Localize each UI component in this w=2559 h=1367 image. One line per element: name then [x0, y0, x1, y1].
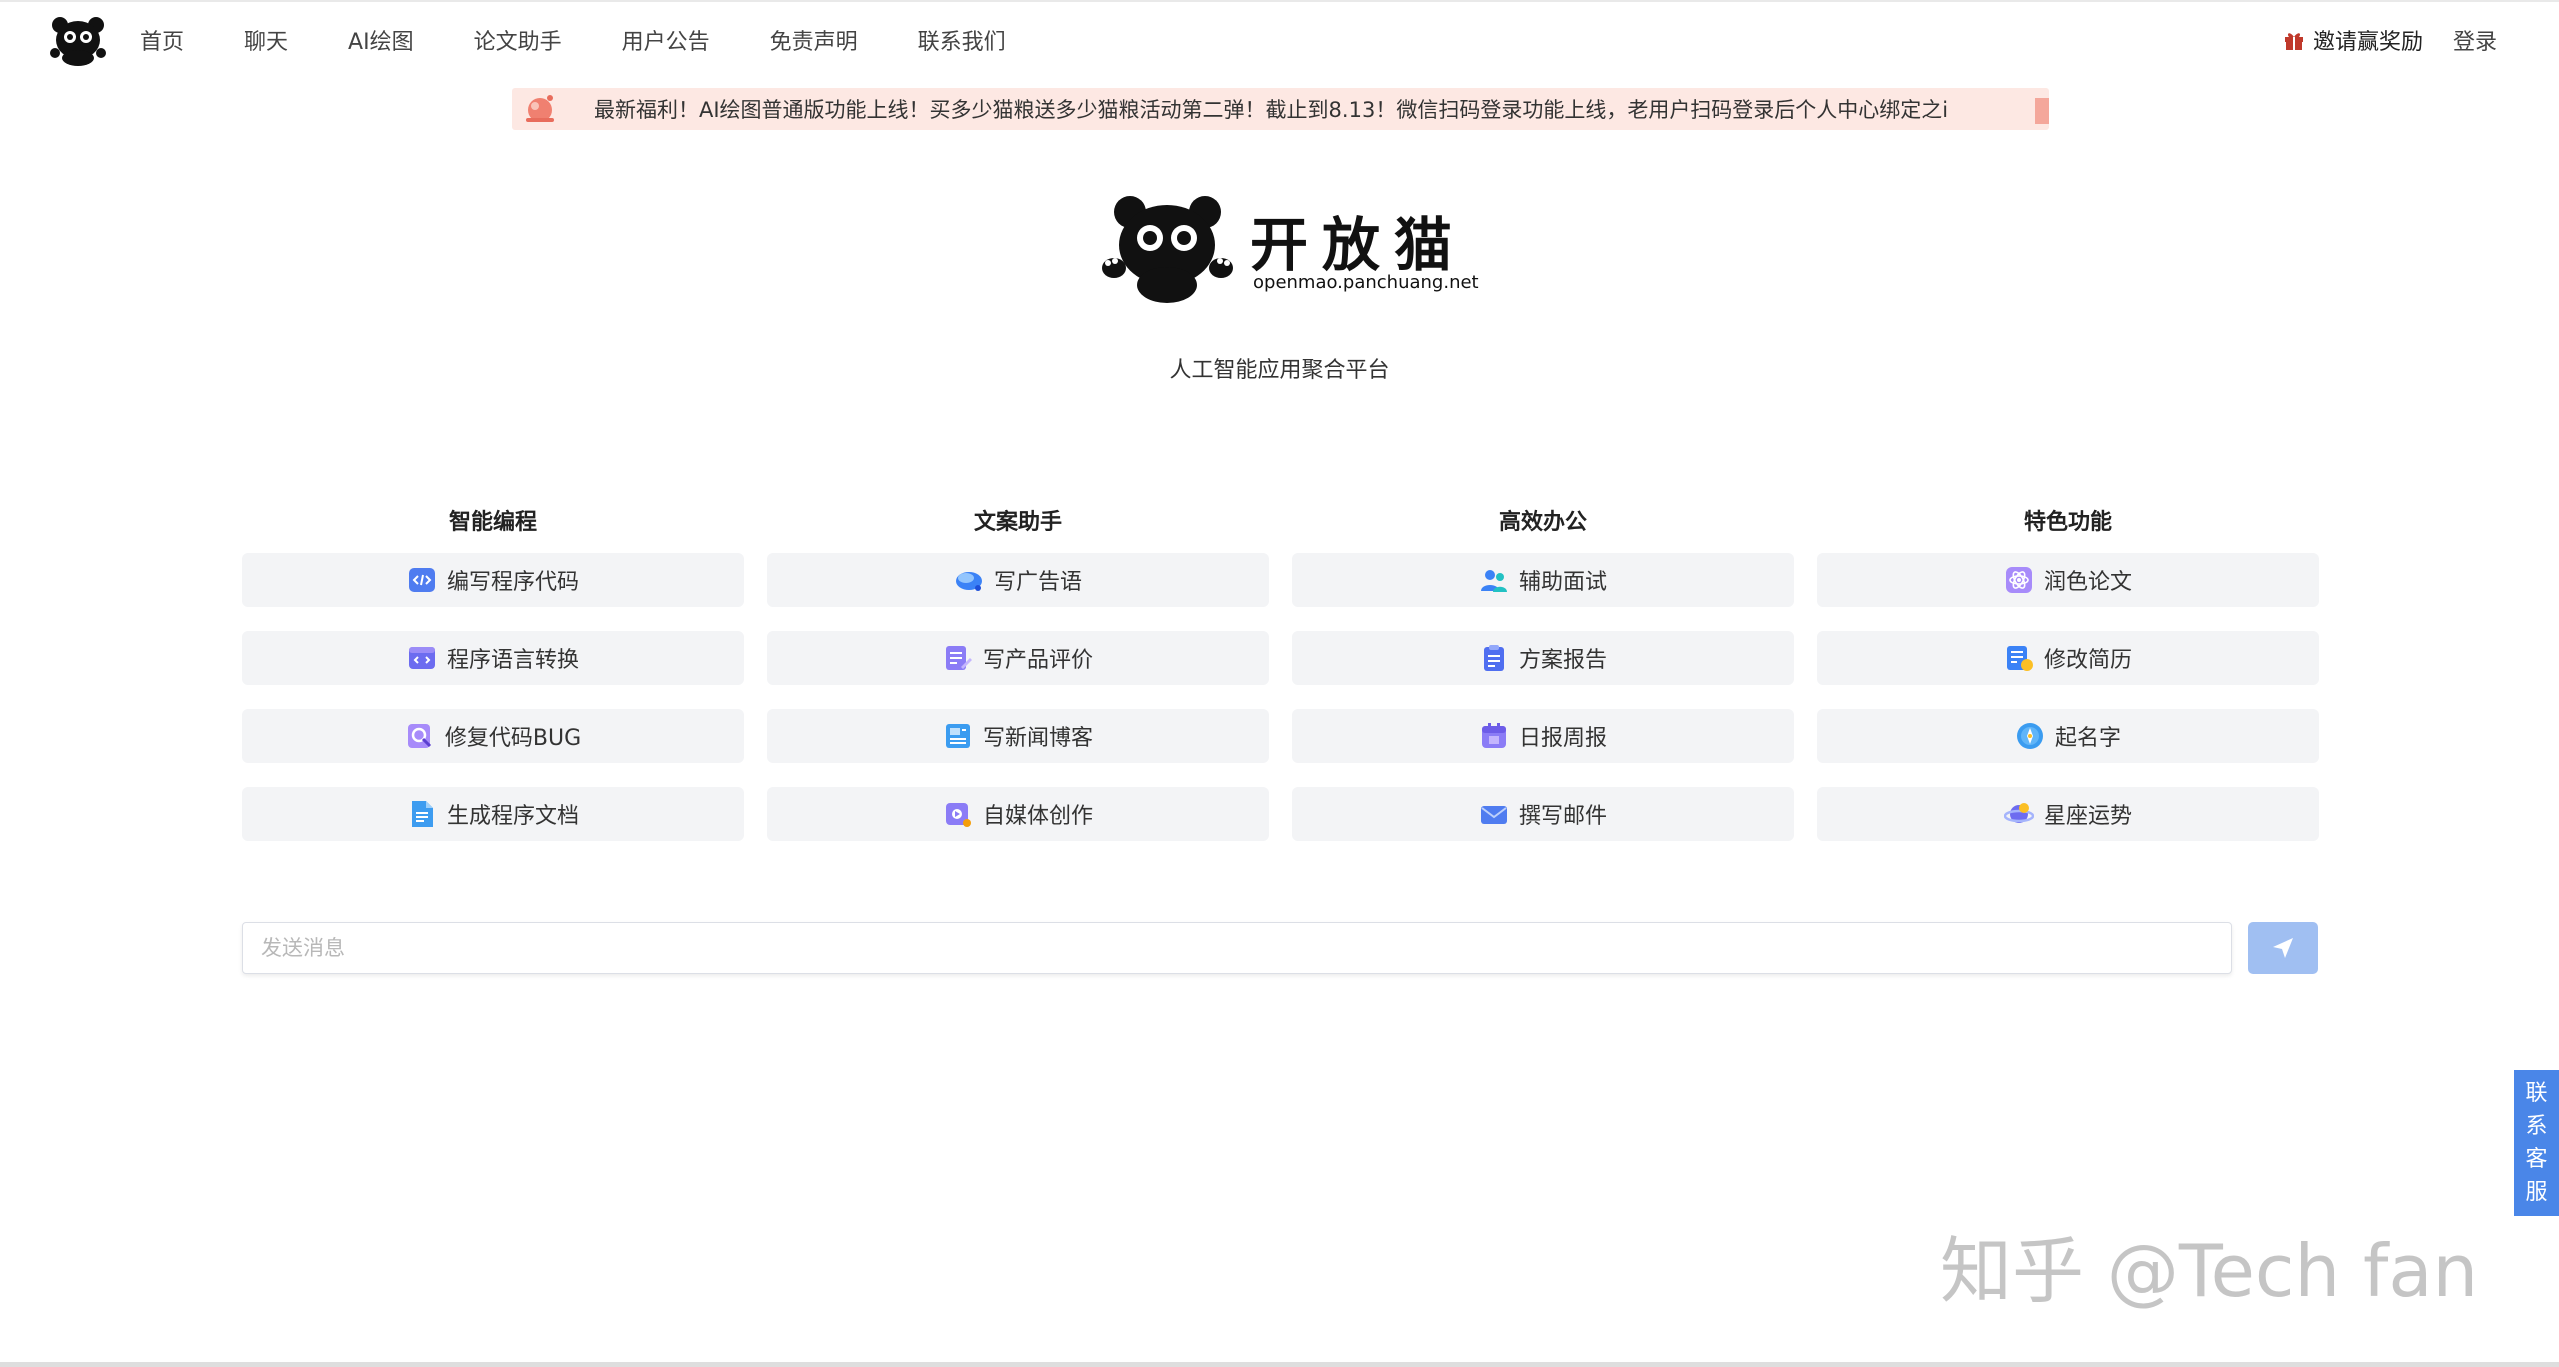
- nav-item-ai-drawing[interactable]: AI绘图: [348, 24, 414, 56]
- calendar-icon: [1481, 723, 1506, 748]
- brand-title: 开放猫: [1250, 211, 1467, 279]
- contact-char: 服: [2525, 1180, 2548, 1205]
- card-edit-resume[interactable]: 修改简历: [1817, 631, 2319, 685]
- gift-icon: [2284, 33, 2303, 50]
- send-icon: [2273, 938, 2293, 958]
- card-label: 程序语言转换: [446, 648, 579, 673]
- card-write-slogan[interactable]: 写广告语: [767, 553, 1269, 607]
- send-button[interactable]: [2248, 922, 2318, 974]
- bug-search-icon: [407, 724, 431, 748]
- card-label: 起名字: [2054, 726, 2121, 751]
- nav-item-home[interactable]: 首页: [140, 24, 184, 56]
- column-title: 高效办公: [1498, 510, 1587, 535]
- column-title: 特色功能: [2023, 510, 2112, 535]
- card-language-convert[interactable]: 程序语言转换: [242, 631, 744, 685]
- contact-char: 系: [2525, 1114, 2548, 1139]
- interview-icon: [1480, 570, 1507, 592]
- card-proposal-report[interactable]: 方案报告: [1292, 631, 1794, 685]
- card-label: 辅助面试: [1518, 570, 1607, 595]
- card-self-media[interactable]: 自媒体创作: [767, 787, 1269, 841]
- login-link[interactable]: 登录: [2453, 24, 2497, 56]
- invite-reward-link[interactable]: 邀请赢奖励: [2283, 24, 2423, 56]
- card-label: 修复代码BUG: [444, 726, 582, 751]
- clipboard-icon: [1483, 645, 1504, 671]
- card-label: 日报周报: [1518, 726, 1607, 751]
- column-smart-coding: 智能编程 编写程序代码 程序语言转换 修复代码BUG 生成程序文档: [242, 500, 744, 865]
- card-label: 撰写邮件: [1518, 804, 1607, 829]
- card-naming[interactable]: 起名字: [1817, 709, 2319, 763]
- column-title: 智能编程: [448, 510, 537, 535]
- announcement-edge: [2035, 98, 2049, 124]
- bell-icon: [526, 95, 554, 122]
- planet-icon: [2003, 803, 2034, 823]
- resume-icon: [2006, 646, 2033, 671]
- nav-item-paper-assistant[interactable]: 论文助手: [474, 24, 562, 56]
- mail-icon: [1480, 806, 1507, 824]
- contact-char: 客: [2525, 1147, 2548, 1172]
- card-label: 星座运势: [2043, 804, 2132, 829]
- card-daily-weekly[interactable]: 日报周报: [1292, 709, 1794, 763]
- card-label: 自媒体创作: [982, 804, 1093, 829]
- code-window-icon: [408, 647, 435, 669]
- invite-reward-label: 邀请赢奖励: [2312, 30, 2423, 55]
- announcement-bar: 最新福利！AI绘图普通版功能上线！买多少猫粮送多少猫粮活动第二弹！截止到8.13…: [512, 88, 2049, 130]
- card-interview[interactable]: 辅助面试: [1292, 553, 1794, 607]
- nav-item-chat[interactable]: 聊天: [244, 24, 288, 56]
- card-write-email[interactable]: 撰写邮件: [1292, 787, 1794, 841]
- card-label: 润色论文: [2043, 570, 2132, 595]
- contact-char: 联: [2525, 1081, 2548, 1106]
- feature-grid: 智能编程 编写程序代码 程序语言转换 修复代码BUG 生成程序文档 文案助手 写…: [242, 500, 2319, 865]
- code-icon: [408, 568, 435, 592]
- panda-cat-logo-icon: [1102, 196, 1233, 303]
- review-icon: [945, 646, 972, 670]
- compass-icon: [2016, 723, 2043, 749]
- main-nav: 首页 聊天 AI绘图 论文助手 用户公告 免责声明 联系我们: [140, 2, 1066, 78]
- card-label: 写广告语: [993, 570, 1082, 595]
- nav-item-contact[interactable]: 联系我们: [918, 24, 1006, 56]
- platform-subtitle: 人工智能应用聚合平台: [1169, 358, 1390, 383]
- zhihu-watermark: 知乎 @Tech fan: [1940, 1229, 2479, 1313]
- nav-item-announcements[interactable]: 用户公告: [622, 24, 710, 56]
- card-write-code[interactable]: 编写程序代码: [242, 553, 744, 607]
- nav-right: 邀请赢奖励 登录: [2283, 2, 2497, 78]
- card-generate-docs[interactable]: 生成程序文档: [242, 787, 744, 841]
- column-featured: 特色功能 润色论文 修改简历 起名字 星座运势: [1817, 500, 2319, 865]
- card-label: 修改简历: [2043, 648, 2132, 673]
- top-navbar: 首页 聊天 AI绘图 论文助手 用户公告 免责声明 联系我们 邀请赢奖励 登录: [0, 0, 2559, 76]
- media-icon: [945, 803, 971, 827]
- card-label: 写新闻博客: [982, 726, 1093, 751]
- card-horoscope[interactable]: 星座运势: [1817, 787, 2319, 841]
- card-label: 生成程序文档: [446, 804, 579, 829]
- megaphone-icon: [955, 572, 982, 591]
- column-copywriting: 文案助手 写广告语 写产品评价 写新闻博客 自媒体创作: [767, 500, 1269, 865]
- atom-icon: [2005, 567, 2032, 593]
- announcement-text: 最新福利！AI绘图普通版功能上线！买多少猫粮送多少猫粮活动第二弹！截止到8.13…: [594, 98, 1949, 122]
- card-label: 编写程序代码: [446, 570, 579, 595]
- card-label: 方案报告: [1518, 648, 1607, 673]
- card-fix-bug[interactable]: 修复代码BUG: [242, 709, 744, 763]
- card-product-review[interactable]: 写产品评价: [767, 631, 1269, 685]
- news-icon: [945, 724, 970, 748]
- brand-logo-icon[interactable]: [50, 16, 106, 66]
- column-office: 高效办公 辅助面试 方案报告 日报周报 撰写邮件: [1292, 500, 1794, 865]
- brand-domain: openmao.panchuang.net: [1253, 272, 1479, 293]
- bottom-divider: [0, 1362, 2559, 1367]
- card-label: 写产品评价: [982, 648, 1093, 673]
- document-icon: [411, 801, 433, 827]
- nav-item-disclaimer[interactable]: 免责声明: [770, 24, 858, 56]
- contact-support-tab[interactable]: 联 系 客 服: [2514, 1070, 2559, 1216]
- card-news-blog[interactable]: 写新闻博客: [767, 709, 1269, 763]
- card-polish-paper[interactable]: 润色论文: [1817, 553, 2319, 607]
- message-input[interactable]: [242, 922, 2232, 974]
- column-title: 文案助手: [973, 510, 1062, 535]
